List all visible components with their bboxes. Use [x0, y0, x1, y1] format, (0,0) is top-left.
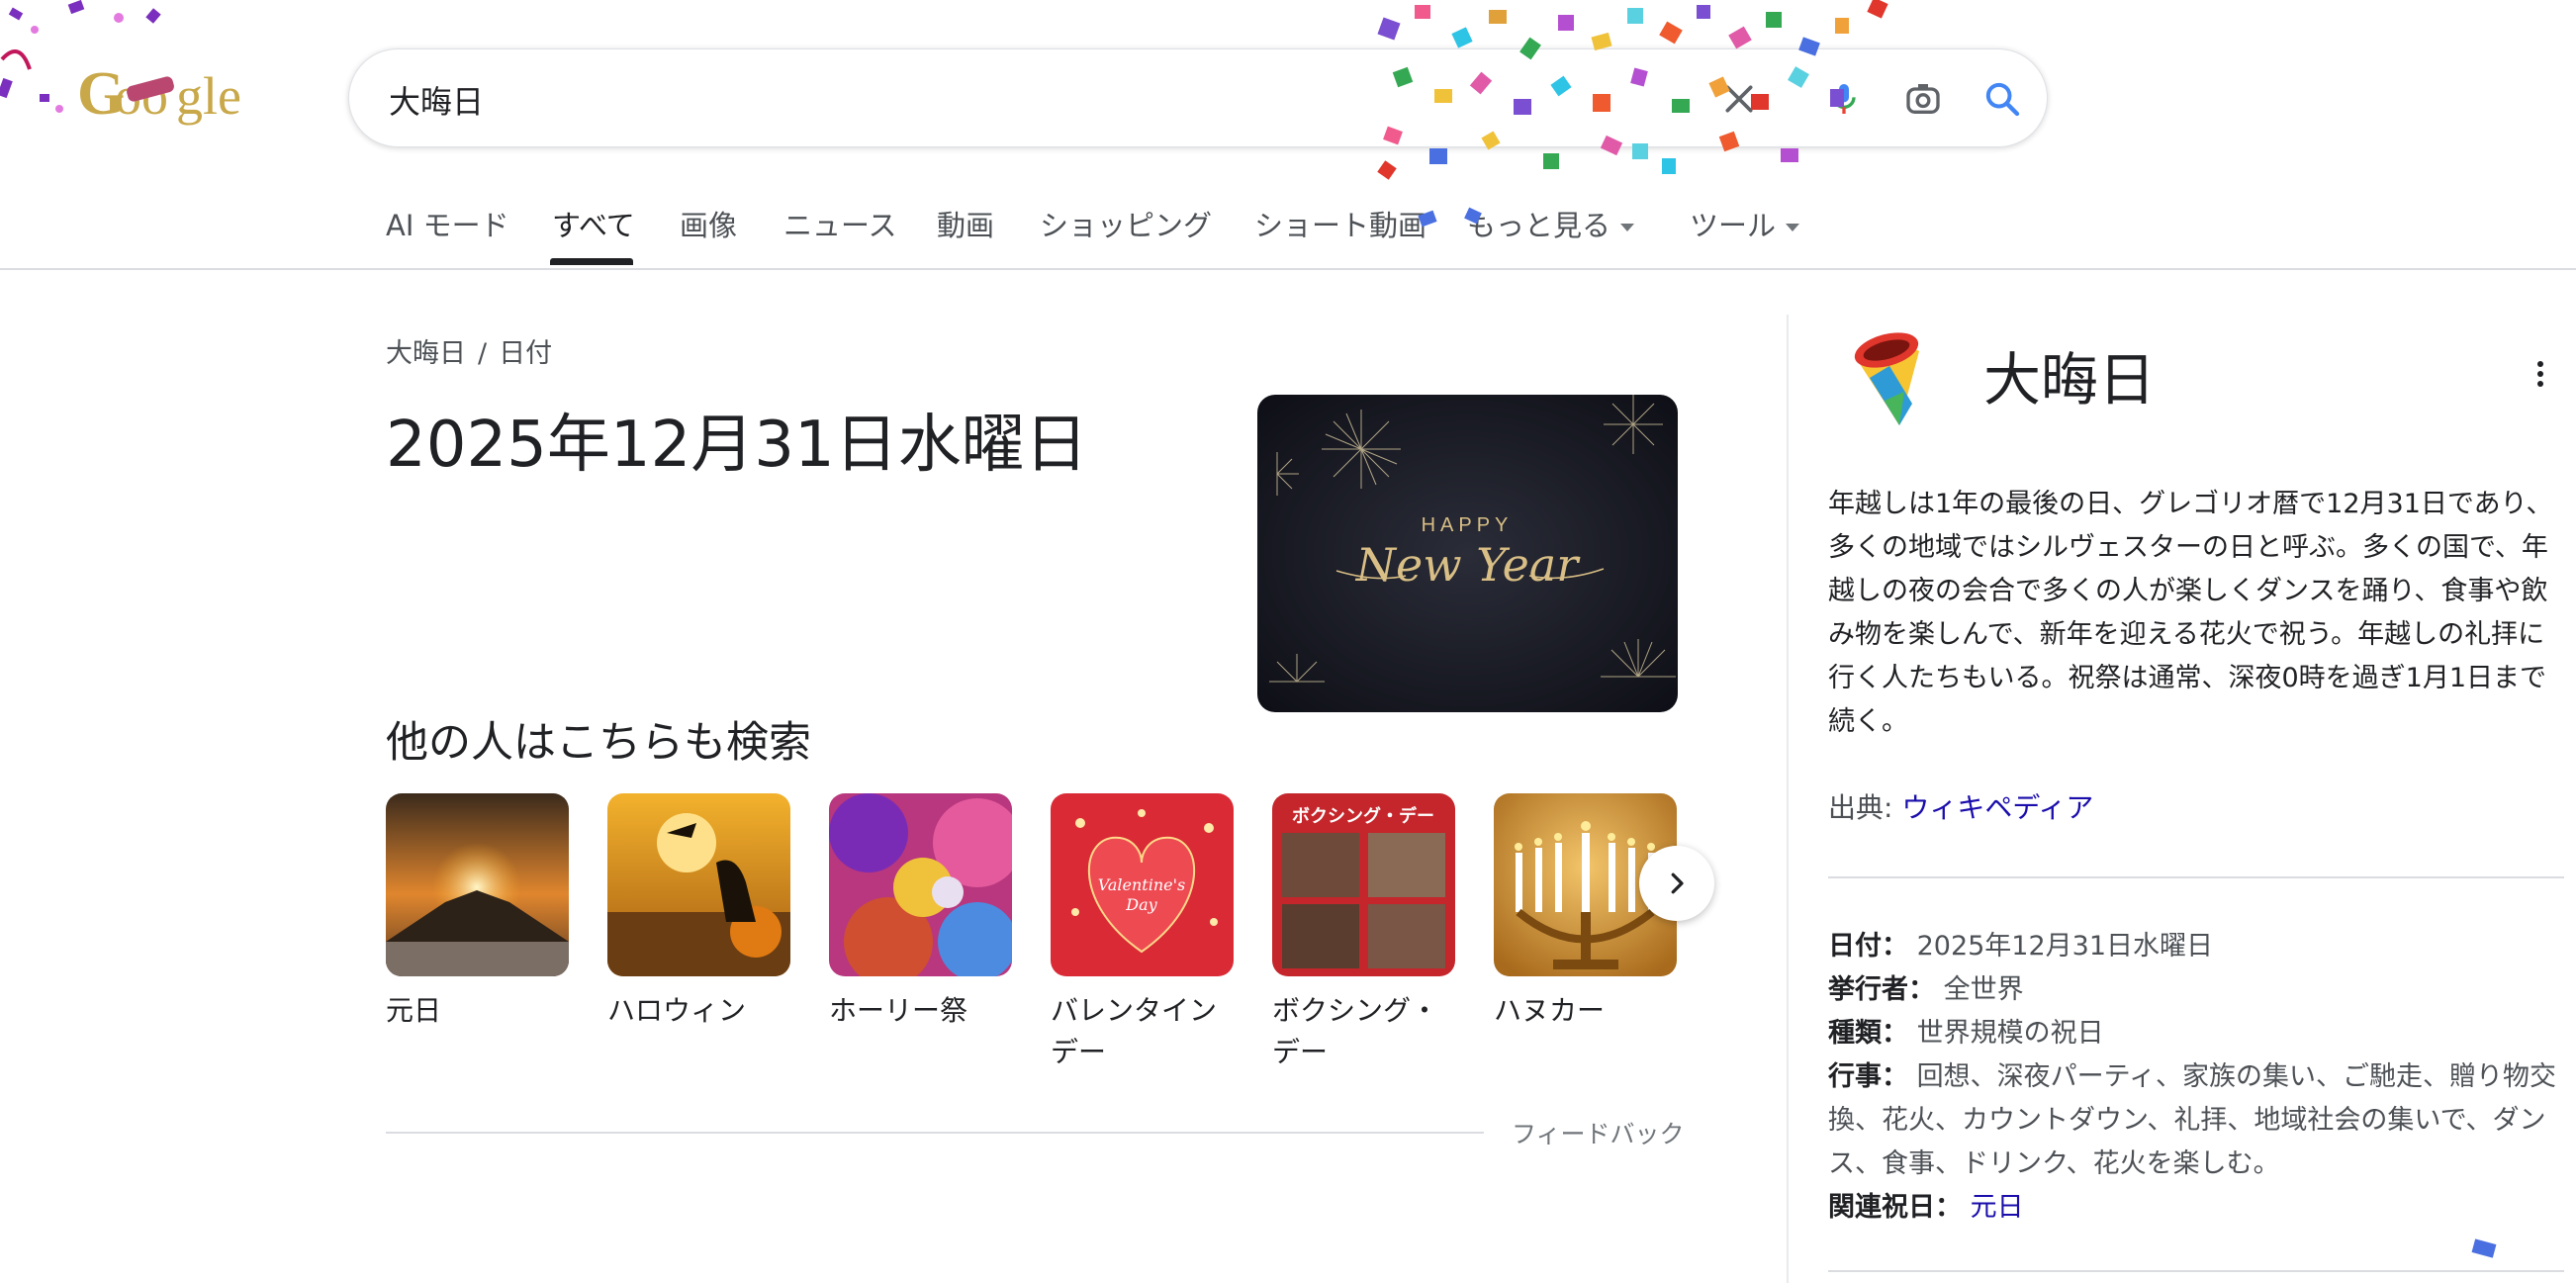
- svg-text:ボクシング・デー: ボクシング・デー: [1292, 805, 1434, 827]
- pasa-item-boxing-day[interactable]: ボクシング・デー ボクシング・デー: [1272, 793, 1455, 1073]
- feedback-link[interactable]: フィードバック: [1512, 1115, 1685, 1150]
- feedback-divider: [386, 1132, 1484, 1134]
- caret-down-icon: [1620, 224, 1635, 231]
- panel-divider: [1787, 315, 1789, 1283]
- fact-row-related: 関連祝日： 元日: [1828, 1186, 2560, 1230]
- people-also-search-title: 他の人はこちらも検索: [386, 718, 811, 768]
- breadcrumb-item: 日付: [499, 338, 553, 369]
- new-year-image[interactable]: HAPPY New Year: [1257, 395, 1678, 712]
- valentine-thumbnail: Valentine's Day: [1051, 793, 1234, 976]
- breadcrumb-separator: /: [478, 338, 488, 369]
- fact-key[interactable]: 関連祝日：: [1828, 1192, 1962, 1223]
- caret-down-icon: [1786, 224, 1800, 231]
- tab-tools-label: ツール: [1690, 209, 1777, 242]
- related-holiday-link[interactable]: 元日: [1971, 1192, 2024, 1223]
- tab-images[interactable]: 画像: [680, 203, 737, 244]
- pasa-label: ホーリー祭: [829, 994, 968, 1027]
- fact-key[interactable]: 種類：: [1828, 1018, 1908, 1049]
- chevron-right-icon: [1671, 872, 1684, 894]
- party-popper-icon: [1845, 326, 1944, 435]
- carousel-next-button[interactable]: [1639, 846, 1714, 921]
- google-doodle-logo[interactable]: G oo gle: [0, 0, 267, 138]
- svg-text:gle: gle: [176, 66, 241, 126]
- fact-row-date: 日付： 2025年12月31日水曜日: [1828, 925, 2560, 968]
- fact-row-type: 種類： 世界規模の祝日: [1828, 1012, 2560, 1055]
- tab-more-label: もっと見る: [1467, 209, 1611, 242]
- active-tab-indicator: [550, 258, 633, 265]
- pasa-item-valentines-day[interactable]: Valentine's Day バレンタインデー: [1051, 793, 1234, 1073]
- tab-more[interactable]: もっと見る: [1467, 203, 1635, 244]
- tab-shopping[interactable]: ショッピング: [1040, 203, 1212, 244]
- pasa-label: ハロウィン: [607, 994, 747, 1027]
- source-link[interactable]: ウィキペディア: [1901, 791, 2093, 824]
- fact-key[interactable]: 挙行者：: [1828, 974, 1935, 1005]
- pasa-item-hanukkah[interactable]: ハヌカー: [1494, 793, 1677, 1032]
- image-text-new-year: New Year: [1355, 538, 1581, 592]
- halloween-thumbnail: [607, 793, 790, 976]
- tab-videos[interactable]: 動画: [937, 203, 994, 244]
- search-box[interactable]: 大晦日: [348, 48, 2048, 147]
- mic-icon[interactable]: [1819, 74, 1869, 124]
- fact-value: 世界規模の祝日: [1916, 1018, 2104, 1049]
- knowledge-panel-description: 年越しは1年の最後の日、グレゴリオ暦で12月31日であり、多くの地域ではシルヴェ…: [1828, 489, 2553, 737]
- source-label: 出典:: [1828, 791, 1893, 824]
- search-icon[interactable]: [1978, 74, 2027, 124]
- pasa-label: ハヌカー: [1494, 994, 1606, 1027]
- close-icon[interactable]: [1714, 74, 1764, 124]
- tab-ai-mode[interactable]: AI モード: [386, 203, 509, 244]
- tab-tools[interactable]: ツール: [1690, 203, 1800, 244]
- panel-section-divider: [1828, 876, 2564, 878]
- fact-row-observed-by: 挙行者： 全世界: [1828, 968, 2560, 1012]
- knowledge-panel-title: 大晦日: [1983, 346, 2157, 413]
- sunrise-thumbnail: [386, 793, 569, 976]
- fact-row-observances: 行事： 回想、深夜パーティ、家族の集い、ご馳走、贈り物交換、花火、カウントダウン…: [1828, 1055, 2560, 1186]
- header-divider: [0, 268, 2576, 270]
- image-text-happy: HAPPY: [1422, 514, 1514, 536]
- knowledge-panel-facts: 日付： 2025年12月31日水曜日 挙行者： 全世界 種類： 世界規模の祝日 …: [1828, 925, 2560, 1230]
- fact-key[interactable]: 行事：: [1828, 1061, 1908, 1092]
- source-attribution: 出典: ウィキペディア: [1828, 786, 2093, 826]
- tab-all[interactable]: すべて: [552, 203, 635, 244]
- pasa-item-holi[interactable]: ホーリー祭: [829, 793, 1012, 1032]
- tab-short-videos[interactable]: ショート動画: [1254, 203, 1426, 244]
- boxing-day-thumbnail: ボクシング・デー: [1272, 793, 1455, 976]
- holi-thumbnail: [829, 793, 1012, 976]
- pasa-item-halloween[interactable]: ハロウィン: [607, 793, 790, 1032]
- fact-key[interactable]: 日付：: [1828, 931, 1908, 962]
- breadcrumb: 大晦日 / 日付: [386, 331, 552, 370]
- tab-news[interactable]: ニュース: [783, 203, 897, 244]
- pasa-item-new-years-day[interactable]: 元日: [386, 793, 569, 1032]
- svg-text:Day: Day: [1125, 895, 1157, 914]
- pasa-label: バレンタインデー: [1051, 994, 1218, 1068]
- pasa-label: ボクシング・デー: [1272, 994, 1439, 1068]
- fact-value: 2025年12月31日水曜日: [1916, 931, 2214, 962]
- panel-bottom-divider: [1828, 1270, 2564, 1272]
- pasa-label: 元日: [386, 994, 442, 1027]
- fact-value: 全世界: [1943, 974, 2024, 1005]
- more-options-icon[interactable]: [2529, 354, 2552, 394]
- svg-text:Valentine's: Valentine's: [1098, 875, 1185, 894]
- answer-date: 2025年12月31日水曜日: [386, 409, 1088, 482]
- breadcrumb-item[interactable]: 大晦日: [386, 338, 466, 369]
- search-input[interactable]: 大晦日: [389, 77, 484, 123]
- fact-value: 回想、深夜パーティ、家族の集い、ご馳走、贈り物交換、花火、カウントダウン、礼拝、…: [1828, 1061, 2556, 1179]
- lens-icon[interactable]: [1898, 74, 1948, 124]
